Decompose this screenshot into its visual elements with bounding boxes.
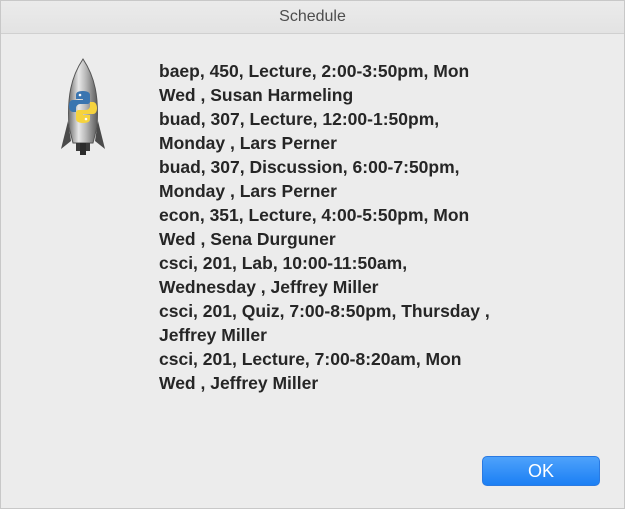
window-title: Schedule — [279, 8, 346, 25]
schedule-message: baep, 450, Lecture, 2:00-3:50pm, Mon Wed… — [159, 59, 589, 395]
message-line: csci, 201, Lab, 10:00-11:50am, — [159, 253, 408, 273]
message-line: buad, 307, Discussion, 6:00-7:50pm, — [159, 157, 460, 177]
message-line: Wed , Susan Harmeling — [159, 85, 354, 105]
python-launcher-rocket-icon — [61, 58, 105, 155]
message-line: csci, 201, Lecture, 7:00-8:20am, Mon — [159, 349, 462, 369]
message-line: baep, 450, Lecture, 2:00-3:50pm, Mon — [159, 61, 470, 81]
message-line: econ, 351, Lecture, 4:00-5:50pm, Mon — [159, 205, 470, 225]
message-line: Wed , Jeffrey Miller — [159, 373, 319, 393]
message-line: csci, 201, Quiz, 7:00-8:50pm, Thursday , — [159, 301, 490, 321]
schedule-dialog-window: Schedule baep, 450, Lecture, 2:00-3:50pm… — [0, 0, 625, 509]
message-line: Wednesday , Jeffrey Miller — [159, 277, 379, 297]
message-line: buad, 307, Lecture, 12:00-1:50pm, — [159, 109, 440, 129]
title-bar[interactable]: Schedule — [1, 1, 624, 34]
message-line: Monday , Lars Perner — [159, 181, 337, 201]
message-line: Monday , Lars Perner — [159, 133, 337, 153]
message-line: Jeffrey Miller — [159, 325, 267, 345]
ok-button[interactable]: OK — [482, 456, 600, 486]
message-line: Wed , Sena Durguner — [159, 229, 336, 249]
